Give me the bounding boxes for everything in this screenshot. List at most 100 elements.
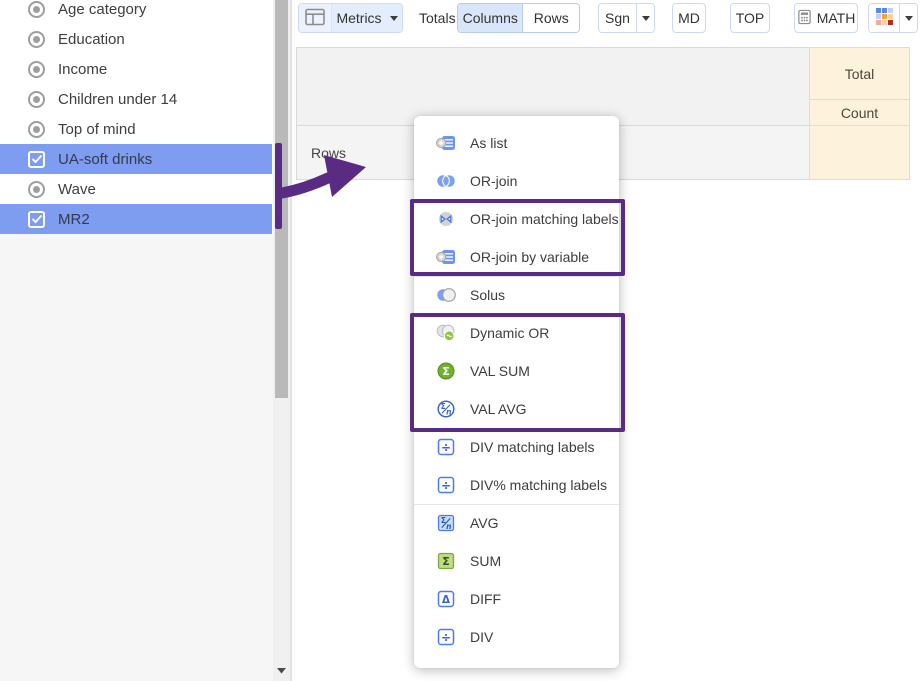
calculator-icon <box>797 9 812 28</box>
variables-list: Age category Education Income Children u… <box>0 0 272 234</box>
sidebar-item-age-category[interactable]: Age category <box>0 0 272 24</box>
menu-item-label: OR-join by variable <box>470 249 589 265</box>
radio-icon[interactable] <box>28 121 45 138</box>
table-body-total-cell[interactable] <box>809 125 910 180</box>
table-total-header-cell[interactable]: Total <box>809 47 910 100</box>
sidebar-item-label: UA-soft drinks <box>58 151 152 168</box>
menu-item-div-matching-labels[interactable]: ÷ DIV matching labels <box>414 428 619 466</box>
scrollbar-down-arrow-icon[interactable] <box>273 661 290 679</box>
menu-item-or-join[interactable]: OR-join <box>414 162 619 200</box>
menu-separator <box>414 504 619 505</box>
checkbox-checked-icon[interactable] <box>28 151 45 168</box>
menu-item-solus[interactable]: Solus <box>414 276 619 314</box>
dropdown-caret-icon <box>905 16 913 21</box>
app-root: Age category Education Income Children u… <box>0 0 920 681</box>
dropdown-caret-icon <box>390 16 398 21</box>
svg-text:÷: ÷ <box>441 478 451 492</box>
totals-toggle-group: Columns Rows <box>457 3 580 33</box>
sidebar-item-mr2[interactable]: MR2 <box>0 204 272 234</box>
checkbox-checked-icon[interactable] <box>28 211 45 228</box>
menu-item-dynamic-or[interactable]: Dynamic OR <box>414 314 619 352</box>
sidebar-scrollbar[interactable] <box>273 0 290 681</box>
div-icon: ÷ <box>436 438 456 456</box>
menu-item-avg[interactable]: Σ n AVG <box>414 504 619 542</box>
menu-item-sum[interactable]: Σ SUM <box>414 542 619 580</box>
menu-item-val-sum[interactable]: Σ VAL SUM <box>414 352 619 390</box>
main-panel: Metrics Totals: Columns Rows Sgn MD <box>292 0 920 681</box>
radio-icon[interactable] <box>28 91 45 108</box>
menu-item-or-join-matching-labels[interactable]: OR-join matching labels <box>414 200 619 238</box>
radio-icon[interactable] <box>28 181 45 198</box>
menu-item-label: VAL SUM <box>470 363 530 379</box>
radio-icon[interactable] <box>28 1 45 18</box>
menu-separator <box>414 428 619 429</box>
menu-item-label: AVG <box>470 515 499 531</box>
menu-item-label: Dynamic OR <box>470 325 549 341</box>
top-button[interactable]: TOP <box>730 3 770 33</box>
metrics-dropdown-menu: As list OR-join <box>414 116 619 668</box>
totals-columns-label: Columns <box>463 10 518 26</box>
svg-text:÷: ÷ <box>441 630 451 644</box>
menu-item-label: VAL AVG <box>470 401 527 417</box>
math-button-label: MATH <box>817 10 856 26</box>
menu-item-div-percent-matching-labels[interactable]: ÷ DIV% matching labels <box>414 466 619 504</box>
radio-icon[interactable] <box>28 61 45 78</box>
totals-label: Totals: <box>419 3 459 33</box>
svg-text:n: n <box>446 522 451 531</box>
menu-item-label: DIV <box>470 629 493 645</box>
dynamic-or-icon <box>436 324 456 342</box>
total-header-label: Total <box>845 66 875 82</box>
metrics-button-group: Metrics <box>298 3 403 33</box>
md-button[interactable]: MD <box>672 3 706 33</box>
menu-separator <box>414 200 619 201</box>
or-join-matching-labels-icon <box>436 210 456 228</box>
menu-item-label: Solus <box>470 287 505 303</box>
solus-icon <box>436 286 456 304</box>
color-grid-icon <box>876 8 893 28</box>
totals-columns-button[interactable]: Columns <box>458 4 523 32</box>
md-button-label: MD <box>678 10 700 26</box>
annotation-highlight-bar <box>275 143 282 229</box>
color-grid-dropdown-button[interactable] <box>900 4 917 32</box>
sgn-dropdown-button[interactable] <box>637 4 654 32</box>
menu-item-val-avg[interactable]: Σ n VAL AVG <box>414 390 619 428</box>
sgn-button[interactable]: Sgn <box>599 4 637 32</box>
sgn-split-button: Sgn <box>598 3 655 33</box>
svg-text:n: n <box>446 408 451 417</box>
div-icon: ÷ <box>436 628 456 646</box>
menu-item-label: DIV% matching labels <box>470 477 607 493</box>
table-layout-icon <box>305 8 325 29</box>
menu-item-div[interactable]: ÷ DIV <box>414 618 619 656</box>
div-percent-icon: ÷ <box>436 476 456 494</box>
menu-item-label: As list <box>470 135 507 151</box>
totals-rows-button[interactable]: Rows <box>523 4 579 32</box>
totals-rows-label: Rows <box>534 10 569 26</box>
menu-item-diff[interactable]: Δ DIFF <box>414 580 619 618</box>
table-count-header-cell[interactable]: Count <box>809 99 910 126</box>
svg-text:Σ: Σ <box>442 555 450 568</box>
sidebar-item-top-of-mind[interactable]: Top of mind <box>0 114 272 144</box>
sidebar-item-income[interactable]: Income <box>0 54 272 84</box>
or-join-by-variable-icon <box>436 248 456 266</box>
menu-item-label: DIV matching labels <box>470 439 595 455</box>
metrics-button[interactable]: Metrics <box>332 4 402 32</box>
menu-item-or-join-by-variable[interactable]: OR-join by variable <box>414 238 619 276</box>
math-button[interactable]: MATH <box>794 3 858 33</box>
diff-icon: Δ <box>436 590 456 608</box>
table-layout-button[interactable] <box>299 4 332 32</box>
sidebar-item-label: Children under 14 <box>58 91 177 108</box>
sidebar-item-wave[interactable]: Wave <box>0 174 272 204</box>
radio-icon[interactable] <box>28 31 45 48</box>
color-grid-button[interactable] <box>869 4 900 32</box>
sidebar-item-label: Income <box>58 61 107 78</box>
sidebar-item-education[interactable]: Education <box>0 24 272 54</box>
count-header-label: Count <box>841 105 878 121</box>
sidebar-item-ua-soft-drinks[interactable]: UA-soft drinks <box>0 144 272 174</box>
or-join-icon <box>436 172 456 190</box>
sidebar-empty-area <box>0 234 273 681</box>
svg-text:Δ: Δ <box>442 594 451 606</box>
menu-item-as-list[interactable]: As list <box>414 124 619 162</box>
menu-item-label: DIFF <box>470 591 501 607</box>
dropdown-caret-icon <box>642 16 650 21</box>
sidebar-item-children-under-14[interactable]: Children under 14 <box>0 84 272 114</box>
